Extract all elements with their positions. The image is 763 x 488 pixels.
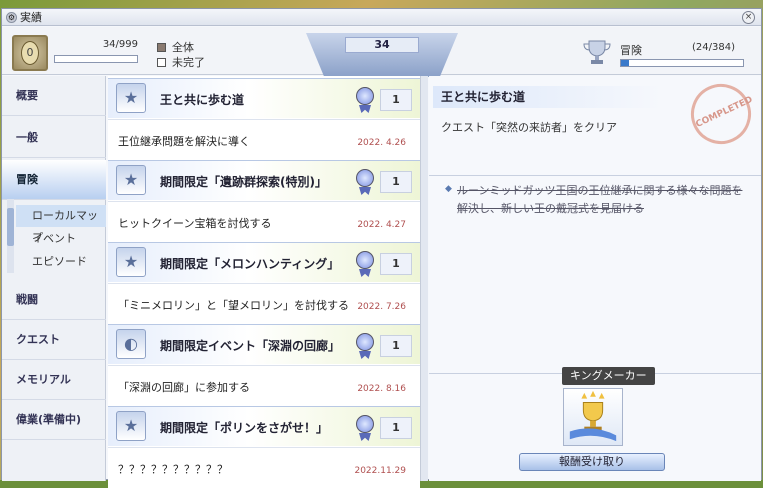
sidebar-item-label: メモリアル [16,373,71,386]
window-icon: ⚙ [6,12,17,23]
subitem-local-map[interactable]: ローカルマップ [16,205,106,244]
star-icon: ★ [116,83,146,113]
achievement-points: 1 [380,89,412,111]
close-icon[interactable]: × [742,11,755,24]
achievement-desc-row: 「深淵の回廊」に参加する 2022. 8.16 [108,365,420,406]
category-count: (24/384) [692,42,735,53]
legend-all-label: 全体 [172,41,194,54]
achievement-points: 1 [380,171,412,193]
achievement-row[interactable]: ★ 王と共に歩む道 1 [108,78,420,118]
star-icon: ★ [116,411,146,441]
sidebar-item-label: 概要 [16,89,38,102]
completed-stamp: COMPLETED [681,74,761,154]
sub-scrollbar-thumb[interactable] [7,208,14,246]
summary-header: 0 34/999 全体 未完了 34 冒険 (24/384) [2,27,761,77]
achievement-title: 期間限定イベント「深淵の回廊」 [160,339,341,353]
achievement-desc-row: 王位継承問題を解決に導く 2022. 4.26 [108,119,420,160]
achievement-points: 1 [380,253,412,275]
sidebar-item-label: 冒険 [16,173,38,186]
detail-title: 王と共に歩む道 [433,86,663,108]
title-bar[interactable]: ⚙ 実績 × [2,9,761,26]
medal-icon [356,415,376,441]
achievement-desc: ヒットクイーン宝箱を討伐する [118,217,272,230]
subitem-label: イベント [32,232,76,245]
sidebar-item-adventure[interactable]: 冒険 [2,160,106,200]
legend-incomplete-label: 未完了 [172,56,205,69]
legend-incomplete: 未完了 [157,54,205,70]
list-scrollbar[interactable] [420,76,428,481]
medal-icon [356,87,376,113]
sidebar-item-label: クエスト [16,333,60,346]
achievement-row[interactable]: ★ 期間限定「遺跡群探索(特別)」 1 [108,160,420,200]
achievement-desc: 「ミニメロリン」と「望メロリン」を討伐する [118,299,349,312]
trophy-icon [583,40,611,64]
achievement-desc-row: 「ミニメロリン」と「望メロリン」を討伐する 2022. 7.26 [108,283,420,324]
level-value: 0 [21,41,39,65]
medal-icon [356,251,376,277]
sidebar-item-general[interactable]: 一般 [2,118,106,158]
star-icon: ★ [116,247,146,277]
medal-icon [356,333,376,359]
category-progress-fill [621,60,629,66]
achievement-row[interactable]: ◐ 期間限定イベント「深淵の回廊」 1 [108,324,420,364]
category-sidebar: 概要 一般 冒険 ローカルマップ イベント エピソード 戦闘 クエスト メモリア… [2,76,106,481]
sidebar-item-combat[interactable]: 戦闘 [2,280,106,320]
achievement-title: 期間限定「ポリンをさがせ！」 [160,421,329,435]
achievement-date: 2022. 4.26 [357,138,406,148]
achievement-points: 1 [380,417,412,439]
achievement-detail: 王と共に歩む道 クエスト「突然の来訪者」をクリア COMPLETED ◆ ルーン… [429,74,761,481]
legend-swatch-all [157,43,166,52]
achievement-desc: 「深淵の回廊」に参加する [118,381,250,394]
points-text: 34/999 [102,39,138,50]
reward-tooltip: キングメーカー [562,367,655,385]
category-label: 冒険 [620,44,642,57]
achievement-desc: ？？？？？？？？？？ [118,463,228,476]
achievement-row[interactable]: ★ 期間限定「ポリンをさがせ！」 1 [108,406,420,446]
achievement-title: 期間限定「遺跡群探索(特別)」 [160,175,327,189]
sidebar-item-label: 一般 [16,131,38,144]
total-score: 34 [345,37,419,53]
event-icon: ◐ [116,329,146,359]
category-progress-bar [620,59,744,67]
sidebar-item-memorial[interactable]: メモリアル [2,360,106,400]
achievement-window: ⚙ 実績 × 0 34/999 全体 未完了 34 冒険 (24/384) 概要… [1,8,762,488]
achievement-date: 2022.11.29 [354,466,406,476]
achievement-title: 期間限定「メロンハンティング」 [160,257,340,271]
subitem-episode[interactable]: エピソード [16,251,106,273]
medal-icon [356,169,376,195]
star-icon: ★ [116,165,146,195]
achievement-desc: 王位継承問題を解決に導く [118,135,250,148]
bullet-icon: ◆ [445,184,452,194]
sidebar-item-feat[interactable]: 偉業(準備中) [2,400,106,440]
reward-trophy-icon [569,390,617,442]
legend-all: 全体 [157,39,194,55]
window-title: 実績 [20,11,42,24]
sidebar-item-quest[interactable]: クエスト [2,320,106,360]
achievement-date: 2022. 8.16 [357,384,406,394]
achievement-title: 王と共に歩む道 [160,93,245,107]
sidebar-item-overview[interactable]: 概要 [2,76,106,116]
achievement-points: 1 [380,335,412,357]
achievement-date: 2022. 4.27 [357,220,406,230]
level-badge: 0 [12,35,48,71]
achievement-list: ★ 王と共に歩む道 1 王位継承問題を解決に導く 2022. 4.26 ★ 期間… [108,76,420,488]
legend-swatch-incomplete [157,58,166,67]
divider [429,175,761,176]
subitem-label: エピソード [32,255,87,268]
detail-subtitle: クエスト「突然の来訪者」をクリア [441,121,617,134]
points-progress-bar [54,55,138,63]
achievement-desc-row: ？？？？？？？？？？ 2022.11.29 [108,447,420,488]
subitem-event[interactable]: イベント [16,228,106,250]
achievement-desc-row: ヒットクイーン宝箱を討伐する 2022. 4.27 [108,201,420,242]
sidebar-item-label: 偉業(準備中) [16,413,82,426]
achievement-date: 2022. 7.26 [357,302,406,312]
reward-item-slot[interactable] [563,388,623,446]
sidebar-item-label: 戦闘 [16,293,38,306]
detail-description: ルーンミッドガッツ王国の王位継承に関する様々な問題を解決し、新しい王の戴冠式を見… [457,184,743,215]
achievement-row[interactable]: ★ 期間限定「メロンハンティング」 1 [108,242,420,282]
claim-reward-button[interactable]: 報酬受け取り [519,453,665,471]
